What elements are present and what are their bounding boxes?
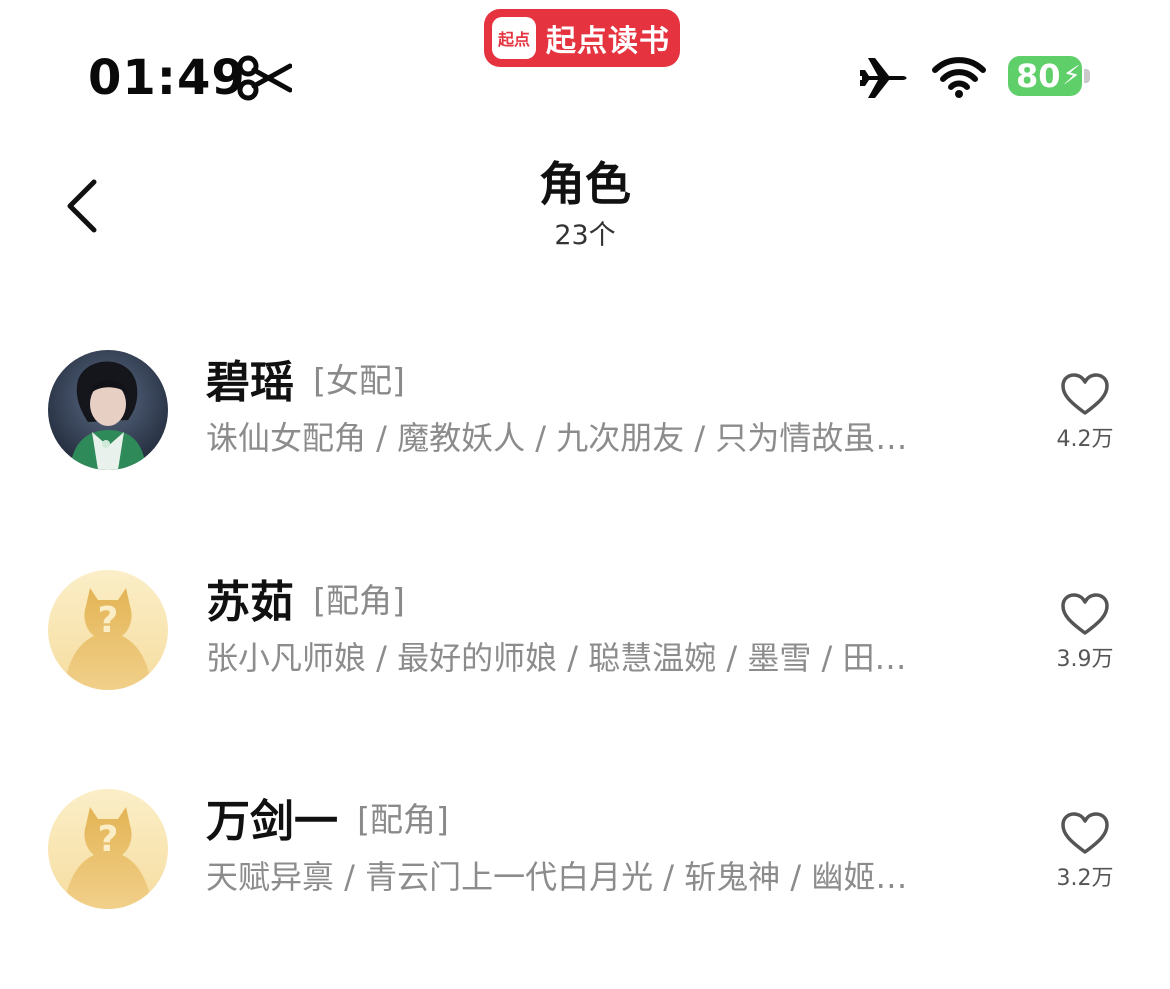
character-row[interactable]: ? 苏茹 [配角] 张小凡师娘 / 最好的师娘 / 聪慧温婉 / 墨雪 / 田…… [0,570,1170,770]
character-role: [配角] [313,581,405,620]
character-count: 23个 [554,220,616,251]
like-count: 3.9万 [1056,647,1114,672]
like-heart-icon[interactable] [1060,372,1110,416]
character-role: [配角] [357,800,449,839]
battery-cap [1084,69,1090,83]
character-name-line: 苏茹 [配角] [206,566,405,630]
like-heart-icon[interactable] [1060,592,1110,636]
character-row[interactable]: ? 万剑一 [配角] 天赋异禀 / 青云门上一代白月光 / 斩鬼神 / 幽姬… … [0,789,1170,989]
character-tags: 天赋异禀 / 青云门上一代白月光 / 斩鬼神 / 幽姬… [206,858,908,896]
character-role: [女配] [313,361,405,400]
unknown-character-avatar-icon: ? [48,570,168,690]
app-return-pill[interactable]: 起点 起点读书 [484,9,680,67]
app-logo: 起点 [492,17,536,59]
character-tags: 诛仙女配角 / 魔教妖人 / 九次朋友 / 只为情故虽… [206,419,908,457]
svg-text:?: ? [98,600,119,641]
character-avatar-photo [48,350,168,470]
character-name: 万剑一 [206,796,338,847]
character-row[interactable]: 碧瑶 [女配] 诛仙女配角 / 魔教妖人 / 九次朋友 / 只为情故虽… 4.2… [0,350,1170,550]
status-time: 01:49 [88,50,246,106]
app-name: 起点读书 [546,24,670,59]
like-count: 3.2万 [1056,866,1114,891]
unknown-character-avatar-icon: ? [48,789,168,909]
battery-level: 80 [1016,57,1061,95]
svg-text:?: ? [98,819,119,860]
battery-indicator: 80 ⚡ [1008,56,1082,96]
character-tags: 张小凡师娘 / 最好的师娘 / 聪慧温婉 / 墨雪 / 田… [206,639,907,677]
scissors-icon [237,55,292,101]
character-name-line: 碧瑶 [女配] [206,346,405,410]
like-count: 4.2万 [1056,427,1114,452]
character-name: 碧瑶 [206,357,294,408]
character-name-line: 万剑一 [配角] [206,785,449,849]
wifi-icon [932,57,986,98]
page-title: 角色 [539,157,631,211]
charging-bolt-icon: ⚡ [1062,61,1081,91]
like-heart-icon[interactable] [1060,811,1110,855]
airplane-mode-icon [860,58,907,98]
character-name: 苏茹 [206,577,294,628]
